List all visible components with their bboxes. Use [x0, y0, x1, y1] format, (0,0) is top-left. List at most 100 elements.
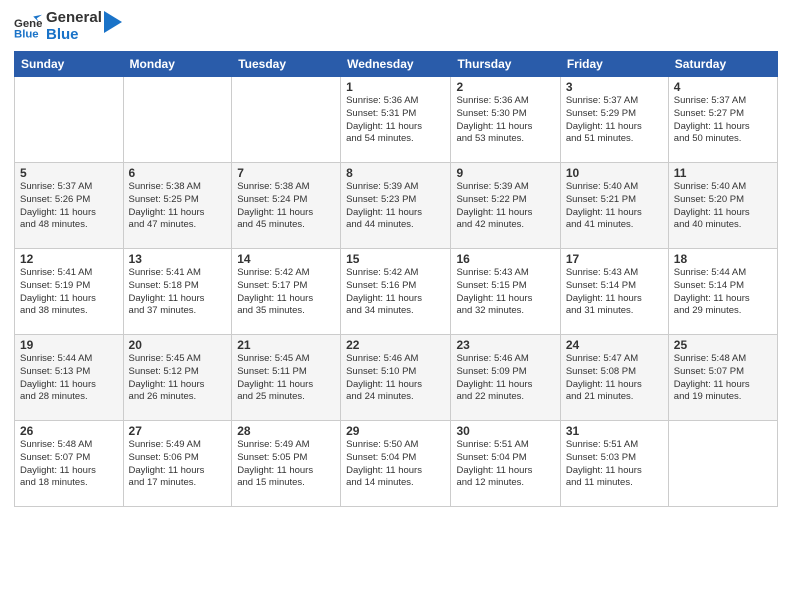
weekday-header-row: SundayMondayTuesdayWednesdayThursdayFrid… [15, 52, 778, 77]
calendar-cell: 27Sunrise: 5:49 AM Sunset: 5:06 PM Dayli… [123, 421, 232, 507]
calendar-cell: 26Sunrise: 5:48 AM Sunset: 5:07 PM Dayli… [15, 421, 124, 507]
calendar-cell: 9Sunrise: 5:39 AM Sunset: 5:22 PM Daylig… [451, 163, 560, 249]
logo-icon: General Blue [14, 13, 42, 41]
day-number: 26 [20, 424, 118, 438]
day-info: Sunrise: 5:45 AM Sunset: 5:12 PM Dayligh… [129, 353, 227, 404]
day-info: Sunrise: 5:43 AM Sunset: 5:14 PM Dayligh… [566, 267, 663, 318]
header: General Blue General Blue [14, 10, 778, 43]
day-info: Sunrise: 5:36 AM Sunset: 5:30 PM Dayligh… [456, 95, 554, 146]
svg-text:Blue: Blue [14, 28, 39, 40]
calendar-cell: 4Sunrise: 5:37 AM Sunset: 5:27 PM Daylig… [668, 77, 777, 163]
calendar-cell: 29Sunrise: 5:50 AM Sunset: 5:04 PM Dayli… [341, 421, 451, 507]
day-info: Sunrise: 5:42 AM Sunset: 5:16 PM Dayligh… [346, 267, 445, 318]
calendar-cell: 17Sunrise: 5:43 AM Sunset: 5:14 PM Dayli… [560, 249, 668, 335]
day-info: Sunrise: 5:46 AM Sunset: 5:10 PM Dayligh… [346, 353, 445, 404]
day-number: 18 [674, 252, 772, 266]
day-number: 29 [346, 424, 445, 438]
day-number: 2 [456, 80, 554, 94]
calendar-cell: 6Sunrise: 5:38 AM Sunset: 5:25 PM Daylig… [123, 163, 232, 249]
calendar-cell: 14Sunrise: 5:42 AM Sunset: 5:17 PM Dayli… [232, 249, 341, 335]
day-info: Sunrise: 5:38 AM Sunset: 5:24 PM Dayligh… [237, 181, 335, 232]
day-number: 8 [346, 166, 445, 180]
day-info: Sunrise: 5:44 AM Sunset: 5:14 PM Dayligh… [674, 267, 772, 318]
day-number: 20 [129, 338, 227, 352]
day-info: Sunrise: 5:50 AM Sunset: 5:04 PM Dayligh… [346, 439, 445, 490]
day-number: 22 [346, 338, 445, 352]
logo-blue: Blue [46, 27, 102, 44]
day-number: 14 [237, 252, 335, 266]
calendar-week-row: 5Sunrise: 5:37 AM Sunset: 5:26 PM Daylig… [15, 163, 778, 249]
day-number: 4 [674, 80, 772, 94]
calendar-week-row: 26Sunrise: 5:48 AM Sunset: 5:07 PM Dayli… [15, 421, 778, 507]
day-info: Sunrise: 5:39 AM Sunset: 5:22 PM Dayligh… [456, 181, 554, 232]
day-number: 7 [237, 166, 335, 180]
day-number: 6 [129, 166, 227, 180]
day-number: 10 [566, 166, 663, 180]
calendar-cell: 19Sunrise: 5:44 AM Sunset: 5:13 PM Dayli… [15, 335, 124, 421]
weekday-header: Tuesday [232, 52, 341, 77]
day-info: Sunrise: 5:44 AM Sunset: 5:13 PM Dayligh… [20, 353, 118, 404]
day-info: Sunrise: 5:42 AM Sunset: 5:17 PM Dayligh… [237, 267, 335, 318]
day-number: 5 [20, 166, 118, 180]
day-number: 13 [129, 252, 227, 266]
calendar-cell: 23Sunrise: 5:46 AM Sunset: 5:09 PM Dayli… [451, 335, 560, 421]
calendar-cell: 22Sunrise: 5:46 AM Sunset: 5:10 PM Dayli… [341, 335, 451, 421]
weekday-header: Saturday [668, 52, 777, 77]
day-number: 17 [566, 252, 663, 266]
day-info: Sunrise: 5:39 AM Sunset: 5:23 PM Dayligh… [346, 181, 445, 232]
calendar-cell: 2Sunrise: 5:36 AM Sunset: 5:30 PM Daylig… [451, 77, 560, 163]
calendar-cell: 28Sunrise: 5:49 AM Sunset: 5:05 PM Dayli… [232, 421, 341, 507]
calendar-cell: 20Sunrise: 5:45 AM Sunset: 5:12 PM Dayli… [123, 335, 232, 421]
calendar-cell: 1Sunrise: 5:36 AM Sunset: 5:31 PM Daylig… [341, 77, 451, 163]
day-number: 30 [456, 424, 554, 438]
calendar-cell: 15Sunrise: 5:42 AM Sunset: 5:16 PM Dayli… [341, 249, 451, 335]
day-number: 19 [20, 338, 118, 352]
calendar-cell: 18Sunrise: 5:44 AM Sunset: 5:14 PM Dayli… [668, 249, 777, 335]
day-info: Sunrise: 5:49 AM Sunset: 5:05 PM Dayligh… [237, 439, 335, 490]
calendar-week-row: 12Sunrise: 5:41 AM Sunset: 5:19 PM Dayli… [15, 249, 778, 335]
calendar-cell: 21Sunrise: 5:45 AM Sunset: 5:11 PM Dayli… [232, 335, 341, 421]
day-info: Sunrise: 5:47 AM Sunset: 5:08 PM Dayligh… [566, 353, 663, 404]
calendar-cell: 31Sunrise: 5:51 AM Sunset: 5:03 PM Dayli… [560, 421, 668, 507]
day-info: Sunrise: 5:48 AM Sunset: 5:07 PM Dayligh… [674, 353, 772, 404]
calendar-week-row: 19Sunrise: 5:44 AM Sunset: 5:13 PM Dayli… [15, 335, 778, 421]
logo-arrow-icon [104, 11, 122, 33]
calendar-table: SundayMondayTuesdayWednesdayThursdayFrid… [14, 51, 778, 507]
day-number: 25 [674, 338, 772, 352]
day-info: Sunrise: 5:43 AM Sunset: 5:15 PM Dayligh… [456, 267, 554, 318]
logo: General Blue General Blue [14, 10, 122, 43]
weekday-header: Friday [560, 52, 668, 77]
day-number: 1 [346, 80, 445, 94]
day-info: Sunrise: 5:37 AM Sunset: 5:27 PM Dayligh… [674, 95, 772, 146]
day-info: Sunrise: 5:41 AM Sunset: 5:18 PM Dayligh… [129, 267, 227, 318]
day-number: 21 [237, 338, 335, 352]
calendar-cell: 8Sunrise: 5:39 AM Sunset: 5:23 PM Daylig… [341, 163, 451, 249]
logo-general: General [46, 10, 102, 27]
calendar-cell: 11Sunrise: 5:40 AM Sunset: 5:20 PM Dayli… [668, 163, 777, 249]
calendar-cell: 5Sunrise: 5:37 AM Sunset: 5:26 PM Daylig… [15, 163, 124, 249]
calendar-cell [232, 77, 341, 163]
day-number: 28 [237, 424, 335, 438]
calendar-cell: 30Sunrise: 5:51 AM Sunset: 5:04 PM Dayli… [451, 421, 560, 507]
day-number: 24 [566, 338, 663, 352]
day-number: 11 [674, 166, 772, 180]
weekday-header: Monday [123, 52, 232, 77]
day-number: 16 [456, 252, 554, 266]
day-number: 3 [566, 80, 663, 94]
weekday-header: Wednesday [341, 52, 451, 77]
day-number: 23 [456, 338, 554, 352]
day-info: Sunrise: 5:51 AM Sunset: 5:03 PM Dayligh… [566, 439, 663, 490]
calendar-cell: 16Sunrise: 5:43 AM Sunset: 5:15 PM Dayli… [451, 249, 560, 335]
calendar-cell: 12Sunrise: 5:41 AM Sunset: 5:19 PM Dayli… [15, 249, 124, 335]
day-number: 27 [129, 424, 227, 438]
calendar-cell: 24Sunrise: 5:47 AM Sunset: 5:08 PM Dayli… [560, 335, 668, 421]
calendar-week-row: 1Sunrise: 5:36 AM Sunset: 5:31 PM Daylig… [15, 77, 778, 163]
weekday-header: Sunday [15, 52, 124, 77]
day-number: 12 [20, 252, 118, 266]
day-number: 31 [566, 424, 663, 438]
day-number: 9 [456, 166, 554, 180]
day-info: Sunrise: 5:40 AM Sunset: 5:21 PM Dayligh… [566, 181, 663, 232]
calendar-cell: 7Sunrise: 5:38 AM Sunset: 5:24 PM Daylig… [232, 163, 341, 249]
calendar-cell: 25Sunrise: 5:48 AM Sunset: 5:07 PM Dayli… [668, 335, 777, 421]
day-info: Sunrise: 5:36 AM Sunset: 5:31 PM Dayligh… [346, 95, 445, 146]
